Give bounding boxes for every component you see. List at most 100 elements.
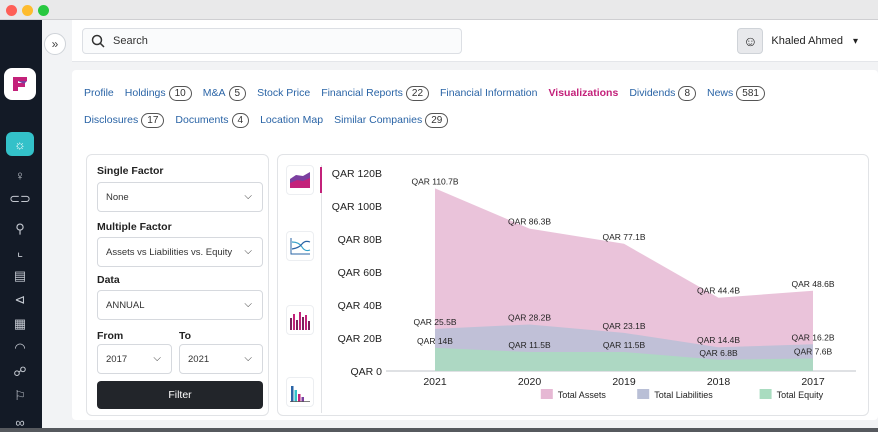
tab-count-badge: 4 — [231, 113, 250, 128]
tab-count-badge: 8 — [678, 86, 696, 101]
y-tick-label: QAR 120B — [332, 168, 382, 180]
y-tick-label: QAR 40B — [338, 300, 382, 312]
maximize-window-button[interactable] — [38, 5, 49, 16]
tab-label: Stock Price — [257, 87, 311, 99]
data-label: QAR 7.6B — [794, 346, 833, 356]
data-label: QAR 110.7B — [411, 176, 458, 186]
filter-panel: Single Factor None ⌵ Multiple Factor Asse… — [86, 154, 269, 416]
tab-financial-reports[interactable]: Financial Reports 22 — [321, 80, 430, 107]
tab-label: Visualizations — [548, 87, 619, 99]
x-tick-label: 2017 — [801, 376, 825, 388]
handshake-icon[interactable]: ☍ — [6, 360, 34, 384]
tab-news[interactable]: News 581 — [707, 80, 765, 107]
filter-button[interactable]: Filter — [97, 381, 263, 409]
tab-label: Location Map — [260, 114, 324, 126]
from-label: From — [97, 330, 124, 342]
data-label: QAR 48.6B — [792, 279, 835, 289]
search-icon — [91, 34, 105, 48]
tab-label: Dividends — [629, 87, 676, 99]
tab-documents[interactable]: Documents 4 — [175, 107, 250, 134]
tab-financial-information[interactable]: Financial Information — [440, 80, 537, 107]
chevron-down-icon: ⌵ — [244, 353, 252, 364]
minimize-window-button[interactable] — [22, 5, 33, 16]
left-sidebar: ☼ ♀ ⊂⊃ ⚲ ⌞ ▤ ⊲ ▦ ◠ ☍ ⚐ ∞ — [0, 20, 42, 430]
user-menu[interactable]: ☺ Khaled Ahmed ▾ — [737, 28, 858, 54]
data-label: QAR 14B — [417, 336, 453, 346]
tab-count-badge: 581 — [736, 86, 765, 101]
calculator-icon[interactable]: ▦ — [6, 312, 34, 336]
column-chart-icon — [290, 386, 310, 402]
tab-count-badge: 10 — [168, 86, 192, 101]
data-label: QAR 11.5B — [508, 340, 551, 350]
collapse-sidebar-button[interactable]: » — [44, 33, 66, 55]
tab-dividends[interactable]: Dividends 8 — [629, 80, 696, 107]
app-window: ☼ ♀ ⊂⊃ ⚲ ⌞ ▤ ⊲ ▦ ◠ ☍ ⚐ ∞ » Search ☺ Khal… — [0, 20, 878, 430]
area-chart: QAR 0 QAR 20B QAR 40B QAR 60B QAR 80B QAR 100… — [332, 168, 856, 400]
y-tick-label: QAR 100B — [332, 201, 382, 213]
to-label: To — [179, 330, 192, 342]
tab-label: News — [707, 87, 734, 99]
rocket-icon[interactable]: ⚲ — [6, 217, 34, 241]
data-label: QAR 16.2B — [792, 332, 835, 342]
tab-count-badge: 5 — [228, 86, 247, 101]
from-year-select[interactable]: 2017 ⌵ — [97, 344, 172, 374]
bar-chart-type-button[interactable] — [286, 305, 314, 335]
y-tick-label: QAR 80B — [338, 234, 382, 246]
line-chart-icon[interactable]: ⌞ — [6, 240, 34, 264]
tab-label: M&A — [202, 87, 226, 99]
active-chart-type-indicator — [320, 167, 322, 193]
tab-holdings[interactable]: Holdings 10 — [125, 80, 192, 107]
data-label: QAR 28.2B — [508, 312, 551, 322]
tab-visualizations[interactable]: Visualizations — [548, 80, 618, 107]
tab-m-a[interactable]: M&A 5 — [202, 80, 247, 107]
x-tick-label: 2018 — [707, 376, 731, 388]
insights-icon[interactable]: ☼ — [6, 132, 34, 156]
tab-profile[interactable]: Profile — [84, 80, 114, 107]
data-label: QAR 6.8B — [699, 348, 738, 358]
to-year-select[interactable]: 2021 ⌵ — [179, 344, 263, 374]
app-logo[interactable] — [4, 68, 36, 100]
company-card: Profile Holdings 10 M&A 5 Stock Price Financia… — [72, 70, 878, 420]
data-label: Data — [97, 274, 120, 286]
data-label: QAR 11.5B — [603, 340, 646, 350]
area-chart-icon — [290, 172, 310, 188]
chevron-down-icon: ⌵ — [244, 299, 252, 310]
y-tick-label: QAR 60B — [338, 267, 382, 279]
tab-bar: Profile Holdings 10 M&A 5 Stock Price Financia… — [84, 80, 864, 134]
data-label: QAR 44.4B — [697, 286, 740, 296]
data-label: QAR 25.5B — [414, 317, 457, 327]
coin-icon[interactable]: ⊂⊃ — [6, 187, 34, 211]
tab-stock-price[interactable]: Stock Price — [257, 80, 310, 107]
tab-label: Holdings — [124, 87, 166, 99]
area-chart-type-button[interactable] — [286, 165, 314, 195]
chevron-down-icon: ▾ — [852, 35, 858, 47]
multiple-factor-select[interactable]: Assets vs Liabilities vs. Equity ⌵ — [97, 237, 263, 267]
y-tick-label: QAR 20B — [338, 333, 382, 345]
lightbulb-icon[interactable]: ♀ — [6, 163, 34, 187]
tab-location-map[interactable]: Location Map — [260, 107, 323, 134]
flag-icon[interactable]: ⚐ — [6, 384, 34, 408]
data-label: QAR 77.1B — [603, 232, 646, 242]
legend-label: Total Assets — [558, 390, 607, 400]
tab-label: Documents — [175, 114, 229, 126]
single-factor-select[interactable]: None ⌵ — [97, 182, 263, 212]
tab-disclosures[interactable]: Disclosures 17 — [84, 107, 165, 134]
search-input[interactable]: Search — [113, 35, 148, 47]
tab-similar-companies[interactable]: Similar Companies 29 — [334, 107, 449, 134]
x-tick-label: 2020 — [518, 376, 542, 388]
tab-label: Profile — [84, 87, 114, 99]
megaphone-icon[interactable]: ⊲ — [6, 288, 34, 312]
data-label: QAR 14.4B — [697, 335, 740, 345]
close-window-button[interactable] — [6, 5, 17, 16]
building-icon[interactable]: ▤ — [6, 264, 34, 288]
tab-count-badge: 29 — [425, 113, 449, 128]
search-box[interactable]: Search — [82, 28, 462, 54]
tab-label: Financial Reports — [321, 87, 403, 99]
data-select[interactable]: ANNUAL ⌵ — [97, 290, 263, 320]
line-chart-type-button[interactable] — [286, 231, 314, 261]
multiple-factor-label: Multiple Factor — [97, 221, 172, 233]
wifi-icon[interactable]: ◠ — [6, 336, 34, 360]
top-bar: Search ☺ Khaled Ahmed ▾ — [72, 20, 878, 62]
column-chart-type-button[interactable] — [286, 377, 314, 407]
bar-chart-icon — [290, 312, 310, 330]
